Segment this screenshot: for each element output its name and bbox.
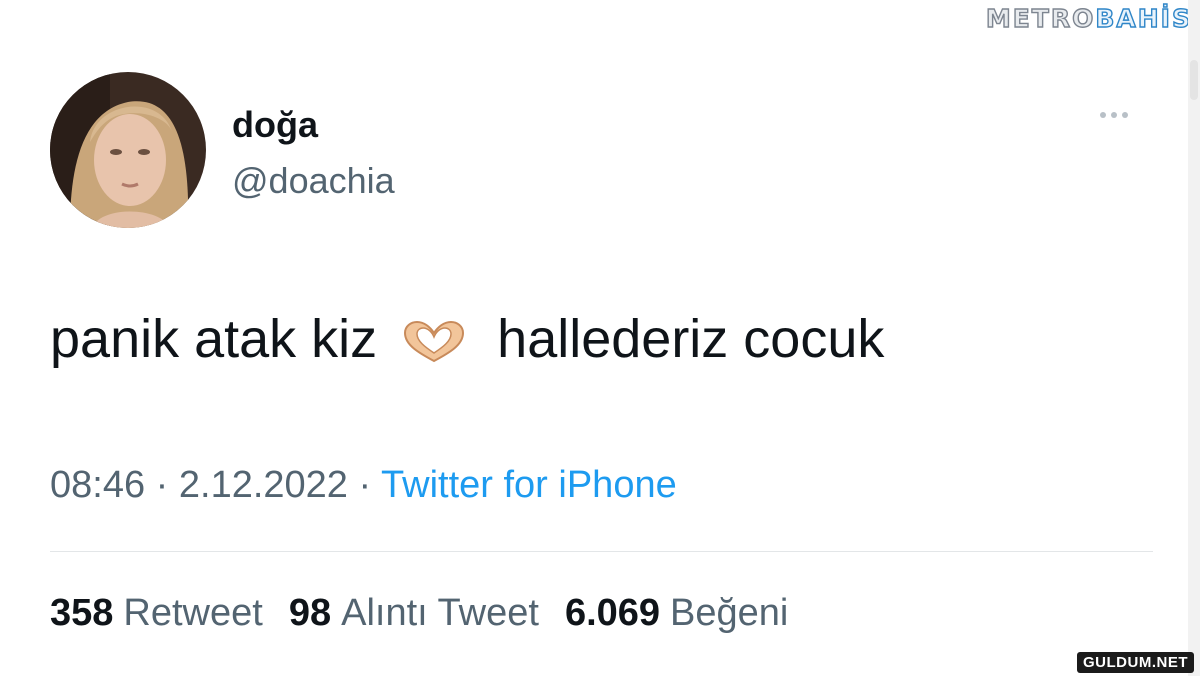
quote-stat[interactable]: 98 Alıntı Tweet <box>289 592 539 635</box>
tweet-meta: 08:46 · 2.12.2022 · Twitter for iPhone <box>50 464 677 507</box>
avatar-photo <box>50 72 206 228</box>
tweet-text-part-1: panik atak kiz <box>50 309 378 369</box>
tweet-text-part-2: hallederiz cocuk <box>497 309 885 369</box>
tweet-date[interactable]: 2.12.2022 <box>179 464 348 506</box>
tweet-time[interactable]: 08:46 <box>50 464 145 506</box>
tweet-source-link[interactable]: Twitter for iPhone <box>381 464 677 506</box>
avatar[interactable] <box>50 72 206 228</box>
scrollbar[interactable] <box>1188 0 1200 676</box>
meta-separator: · <box>155 464 169 506</box>
tweet-stats: 358 Retweet 98 Alıntı Tweet 6.069 Beğeni <box>50 592 788 635</box>
user-handle[interactable]: @doachia <box>232 160 395 202</box>
retweet-count: 358 <box>50 592 114 634</box>
scrollbar-thumb[interactable] <box>1190 60 1198 100</box>
like-stat[interactable]: 6.069 Beğeni <box>565 592 788 635</box>
watermark-bahis-text: BAHİS <box>1095 3 1192 33</box>
watermark-metro-text: METRO <box>985 3 1096 33</box>
meta-separator: · <box>358 464 372 506</box>
more-options-button[interactable] <box>1100 112 1128 118</box>
display-name[interactable]: doğa <box>232 104 318 146</box>
more-dot-icon <box>1100 112 1106 118</box>
retweet-stat[interactable]: 358 Retweet <box>50 592 263 635</box>
quote-count: 98 <box>288 592 332 634</box>
like-count: 6.069 <box>564 592 661 634</box>
retweet-label: Retweet <box>123 592 263 634</box>
guldum-watermark: GULDUM.NET <box>1077 652 1194 673</box>
heart-hands-icon <box>399 316 469 363</box>
tweet-text: panik atak kiz hallederiz cocuk <box>50 308 884 370</box>
like-label: Beğeni <box>670 592 789 634</box>
divider <box>50 551 1153 552</box>
more-dot-icon <box>1111 112 1117 118</box>
more-dot-icon <box>1122 112 1128 118</box>
quote-label: Alıntı Tweet <box>341 592 539 634</box>
metrobahis-watermark: METROBAHİS <box>985 3 1192 33</box>
